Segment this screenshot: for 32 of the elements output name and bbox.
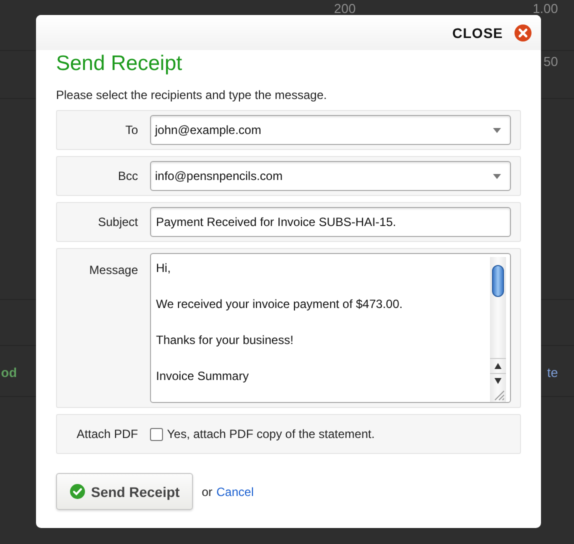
- close-icon: [514, 24, 532, 42]
- field-label: Bcc: [116, 169, 138, 183]
- or-text: or: [202, 484, 212, 498]
- table-cell-text: 200: [334, 1, 356, 18]
- table-cell-text: 50: [544, 54, 558, 71]
- dropdown-caret-icon: [493, 174, 501, 178]
- send-receipt-button[interactable]: Send Receipt: [56, 473, 193, 510]
- message-line: We received your invoice payment of $473.00.: [156, 296, 404, 313]
- scroll-thumb[interactable]: [492, 265, 504, 297]
- message-line: Invoice Summary: [156, 368, 250, 385]
- check-circle-icon: [70, 484, 85, 499]
- select-field[interactable]: john@example.com: [150, 115, 511, 145]
- field-label: To: [124, 123, 138, 137]
- scrollbar[interactable]: [490, 257, 506, 402]
- table-cell-text: 1.00: [532, 1, 558, 18]
- close-button[interactable]: CLOSE: [452, 24, 532, 42]
- field-label: Attach PDF: [76, 427, 138, 441]
- dialog-title: Send Receipt: [56, 52, 184, 77]
- cancel-link[interactable]: Cancel: [216, 484, 254, 498]
- input-field[interactable]: Payment Received for Invoice SUBS-HAI-15.: [150, 207, 511, 237]
- checkbox[interactable]: [150, 428, 163, 440]
- field-label: Subject: [96, 215, 138, 229]
- instruction-text: Please select the recipients and type the message.: [56, 88, 328, 102]
- link[interactable]: te: [547, 365, 558, 396]
- dropdown-caret-icon: [493, 128, 501, 132]
- select-field[interactable]: info@pensnpencils.com: [150, 161, 511, 191]
- message-line: Hi,: [156, 260, 172, 277]
- table-cell-text: od: [1, 365, 17, 382]
- message-textarea[interactable]: Hi, We received your invoice payment of $473.00. Thanks for your business! Invoice Summary: [150, 253, 511, 403]
- field-label: Message: [88, 263, 138, 277]
- message-line: Thanks for your business!: [156, 332, 294, 349]
- checkbox-label[interactable]: Yes, attach PDF copy of the statement.: [167, 427, 375, 441]
